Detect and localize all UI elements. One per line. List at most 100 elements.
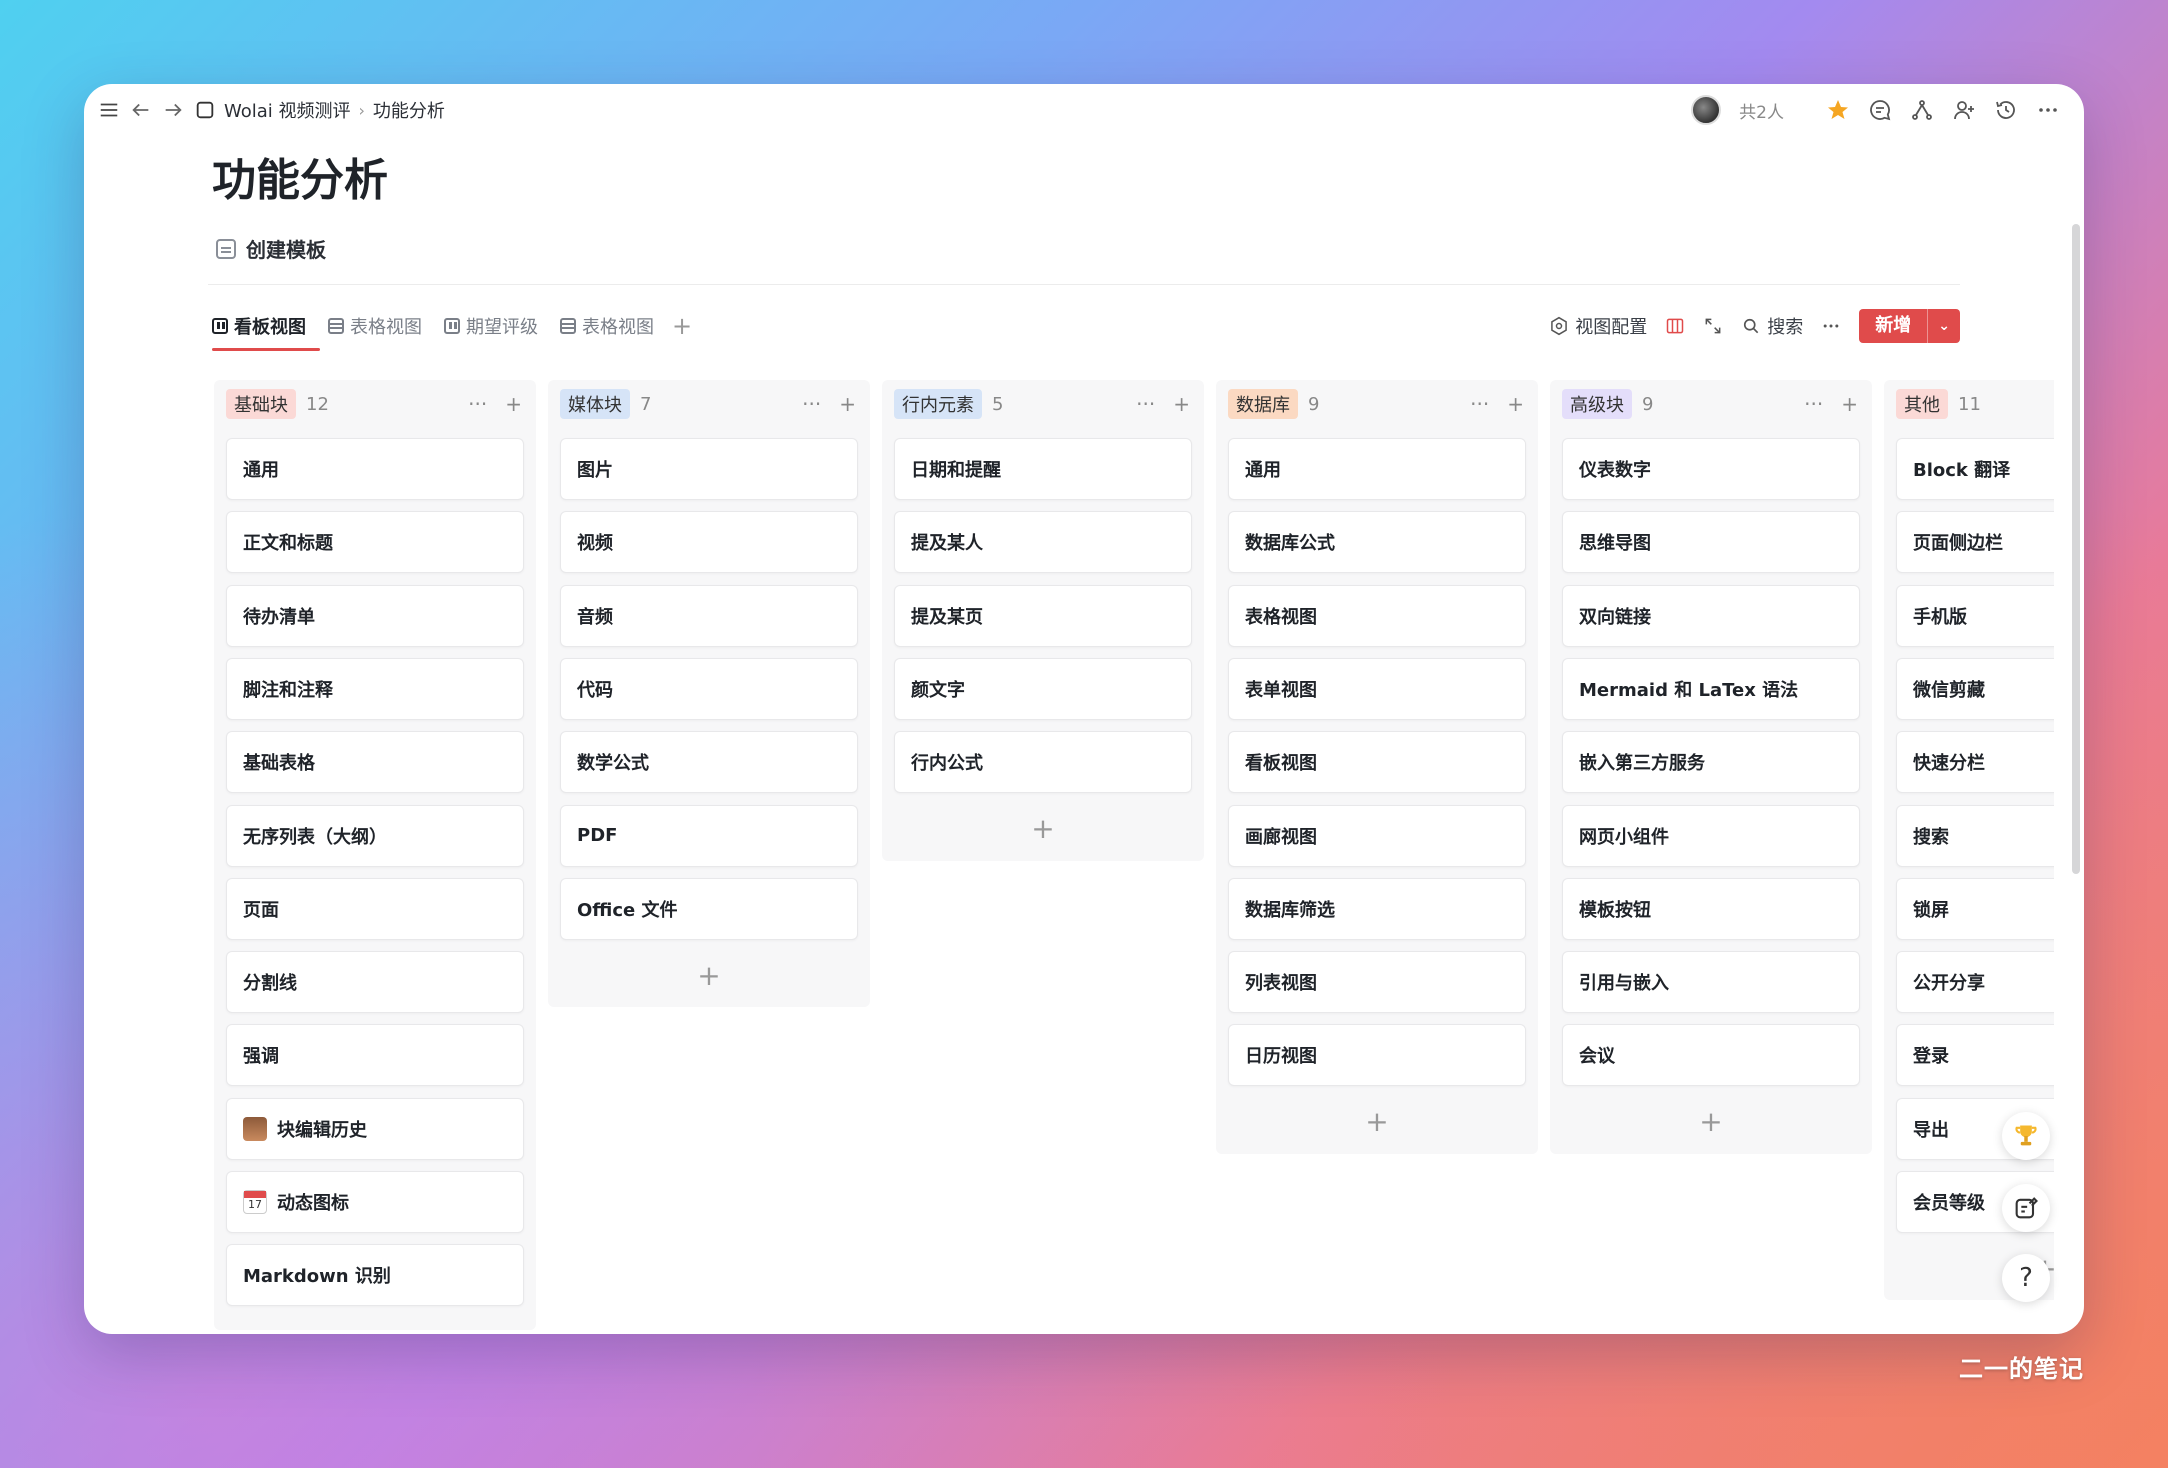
add-member-icon[interactable] <box>1952 98 1976 122</box>
add-card-button[interactable]: + <box>1562 1100 1860 1144</box>
more-icon[interactable] <box>1821 316 1841 336</box>
board-card[interactable]: 数据库筛选 <box>1228 877 1526 940</box>
help-button[interactable]: ? <box>2002 1254 2050 1302</box>
menu-icon[interactable] <box>98 99 120 121</box>
star-icon[interactable] <box>1826 98 1850 122</box>
edit-feedback-button[interactable] <box>2002 1184 2050 1232</box>
board-card[interactable]: 表单视图 <box>1228 657 1526 720</box>
board-card[interactable]: 页面侧边栏 <box>1896 511 2054 574</box>
back-arrow-icon[interactable] <box>130 99 152 121</box>
column-tag[interactable]: 其他 <box>1896 389 1948 419</box>
more-icon[interactable]: ··· <box>802 392 821 416</box>
more-icon[interactable]: ··· <box>468 392 487 416</box>
view-config-button[interactable]: 视图配置 <box>1549 313 1647 339</box>
breadcrumb-workspace[interactable]: Wolai 视频测评 <box>224 97 351 123</box>
plus-icon[interactable]: + <box>839 392 856 416</box>
board-card[interactable]: 列表视图 <box>1228 951 1526 1014</box>
board-card[interactable]: 会议 <box>1562 1024 1860 1087</box>
board-card[interactable]: 视频 <box>560 511 858 574</box>
board-card[interactable]: 仪表数字 <box>1562 438 1860 500</box>
board-card[interactable]: 提及某人 <box>894 511 1192 574</box>
avatar[interactable] <box>1691 95 1722 125</box>
board-card[interactable]: 锁屏 <box>1896 877 2054 940</box>
board-card[interactable]: 数据库公式 <box>1228 511 1526 574</box>
column-tag[interactable]: 数据库 <box>1228 389 1298 419</box>
board-card[interactable]: 表格视图 <box>1228 584 1526 647</box>
column-tag[interactable]: 行内元素 <box>894 389 982 419</box>
history-icon[interactable] <box>1994 98 2018 122</box>
board-card[interactable]: 块编辑历史 <box>226 1097 524 1160</box>
column-tag[interactable]: 媒体块 <box>560 389 630 419</box>
board-card[interactable]: 代码 <box>560 657 858 720</box>
board-card[interactable]: 微信剪藏 <box>1896 657 2054 720</box>
chevron-down-icon[interactable]: ⌄ <box>1928 318 1960 334</box>
board-card[interactable]: 颜文字 <box>894 657 1192 720</box>
comment-icon[interactable] <box>1868 98 1892 122</box>
board-card[interactable]: 基础表格 <box>226 731 524 794</box>
add-view-button[interactable]: + <box>672 312 692 340</box>
new-button[interactable]: 新增 ⌄ <box>1859 309 1960 343</box>
board-card[interactable]: 快速分栏 <box>1896 731 2054 794</box>
board-card[interactable]: 正文和标题 <box>226 511 524 574</box>
more-icon[interactable] <box>2036 98 2060 122</box>
add-card-button[interactable]: + <box>560 953 858 997</box>
search-button[interactable]: 搜索 <box>1741 313 1803 339</box>
plus-icon[interactable]: + <box>1507 392 1524 416</box>
breadcrumb-page[interactable]: 功能分析 <box>373 97 445 123</box>
board-card[interactable]: 公开分享 <box>1896 951 2054 1014</box>
tab-board-view[interactable]: 看板视图 <box>208 306 310 346</box>
board-card[interactable]: 手机版 <box>1896 584 2054 647</box>
more-icon[interactable]: ··· <box>1470 392 1489 416</box>
board-card[interactable]: 搜索 <box>1896 804 2054 867</box>
board-card[interactable]: 图片 <box>560 438 858 500</box>
board-card[interactable]: 页面 <box>226 877 524 940</box>
board-card[interactable]: 思维导图 <box>1562 511 1860 574</box>
board-card[interactable]: 引用与嵌入 <box>1562 951 1860 1014</box>
board-card[interactable]: 日历视图 <box>1228 1024 1526 1087</box>
plus-icon[interactable]: + <box>1841 392 1858 416</box>
board-card[interactable]: Mermaid 和 LaTex 语法 <box>1562 657 1860 720</box>
trophy-button[interactable] <box>2002 1112 2050 1160</box>
board-card[interactable]: 嵌入第三方服务 <box>1562 731 1860 794</box>
board-card[interactable]: PDF <box>560 804 858 867</box>
board-card[interactable]: Markdown 识别 <box>226 1244 524 1307</box>
add-card-button[interactable]: + <box>1228 1100 1526 1144</box>
members-count[interactable]: 共2人 <box>1739 98 1784 123</box>
board-card[interactable]: 日期和提醒 <box>894 438 1192 500</box>
create-template-button[interactable]: 创建模板 <box>216 234 326 263</box>
board-card[interactable]: 数学公式 <box>560 731 858 794</box>
board-card[interactable]: Block 翻译 <box>1896 438 2054 500</box>
board-card[interactable]: 脚注和注释 <box>226 657 524 720</box>
tab-table-view-2[interactable]: 表格视图 <box>556 306 658 346</box>
column-tag[interactable]: 基础块 <box>226 389 296 419</box>
columns-icon[interactable] <box>1665 316 1685 336</box>
board-card[interactable]: 通用 <box>1228 438 1526 500</box>
share-nodes-icon[interactable] <box>1910 98 1934 122</box>
more-icon[interactable]: ··· <box>1136 392 1155 416</box>
column-tag[interactable]: 高级块 <box>1562 389 1632 419</box>
board-card[interactable]: 强调 <box>226 1024 524 1087</box>
board-card[interactable]: 提及某页 <box>894 584 1192 647</box>
forward-arrow-icon[interactable] <box>162 99 184 121</box>
board-card[interactable]: 模板按钮 <box>1562 877 1860 940</box>
plus-icon[interactable]: + <box>505 392 522 416</box>
more-icon[interactable]: ··· <box>1804 392 1823 416</box>
board-card[interactable]: 音频 <box>560 584 858 647</box>
board-card[interactable]: 看板视图 <box>1228 731 1526 794</box>
board-card[interactable]: 画廊视图 <box>1228 804 1526 867</box>
tab-table-view[interactable]: 表格视图 <box>324 306 426 346</box>
board-card[interactable]: 无序列表（大纲） <box>226 804 524 867</box>
tab-rating-view[interactable]: 期望评级 <box>440 306 542 346</box>
board-card[interactable]: 通用 <box>226 438 524 500</box>
board-card[interactable]: Office 文件 <box>560 877 858 940</box>
board-card[interactable]: 网页小组件 <box>1562 804 1860 867</box>
board-card[interactable]: 登录 <box>1896 1024 2054 1087</box>
board-card[interactable]: 分割线 <box>226 951 524 1014</box>
scrollbar[interactable] <box>2072 224 2080 874</box>
board-card[interactable]: 待办清单 <box>226 584 524 647</box>
new-button-label[interactable]: 新增 <box>1859 309 1929 343</box>
add-card-button[interactable]: + <box>894 807 1192 851</box>
plus-icon[interactable]: + <box>1173 392 1190 416</box>
board-card[interactable]: 行内公式 <box>894 731 1192 794</box>
board-card[interactable]: 双向链接 <box>1562 584 1860 647</box>
